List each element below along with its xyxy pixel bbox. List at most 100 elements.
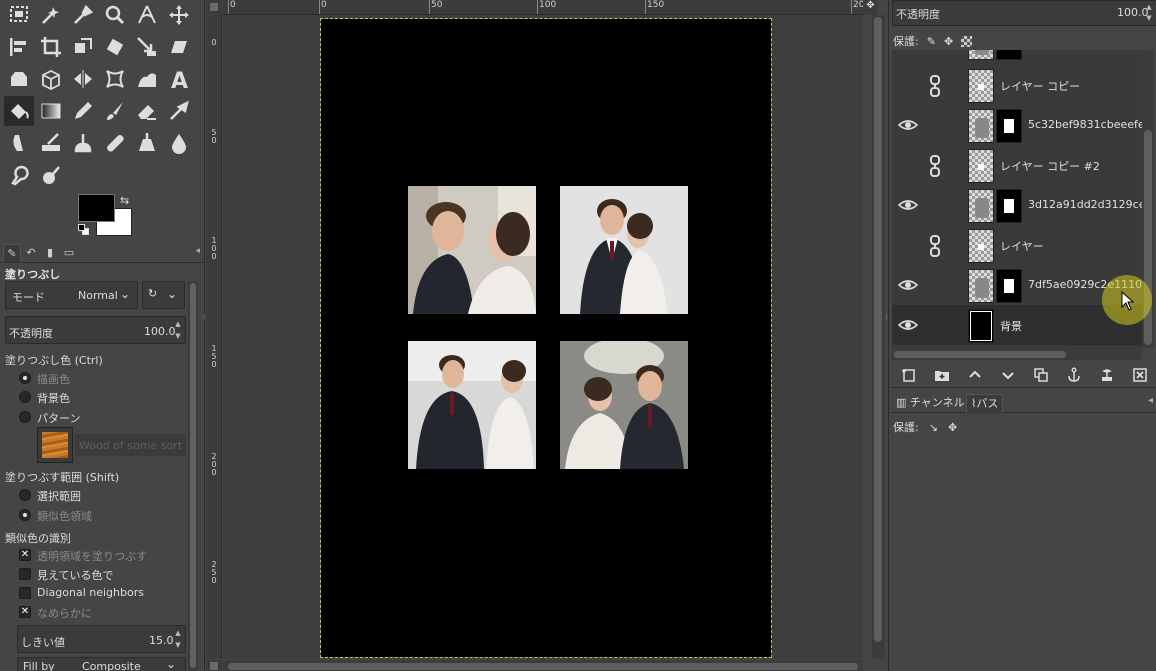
spin-down-icon[interactable]: ▼ — [173, 641, 183, 649]
fill-by-dropdown[interactable]: Fill by Composite ⌄ — [17, 657, 186, 671]
eye-icon[interactable] — [898, 315, 918, 335]
clone-tool-icon[interactable] — [68, 128, 98, 158]
delete-layer-icon[interactable] — [1129, 364, 1151, 386]
measure-tool-icon[interactable] — [132, 0, 162, 30]
rotate-tool-icon[interactable] — [100, 32, 130, 62]
paintbrush-tool-icon[interactable] — [100, 96, 130, 126]
perspective-clone-tool-icon[interactable] — [132, 128, 162, 158]
device-status-tab-icon[interactable]: ▮ — [41, 244, 59, 262]
color-picker-tool-icon[interactable] — [68, 0, 98, 30]
mode-switch-dropdown[interactable]: ↻ ⌄ — [142, 281, 185, 309]
unified-transform-tool-icon[interactable] — [68, 32, 98, 62]
fuzzy-select-tool-icon[interactable] — [36, 0, 66, 30]
tool-options-scrollbar[interactable] — [188, 281, 198, 671]
chain-link-icon[interactable] — [928, 75, 942, 97]
fill-fg-radio[interactable] — [19, 372, 31, 384]
lower-layer-icon[interactable] — [997, 364, 1019, 386]
scale-tool-icon[interactable] — [132, 32, 162, 62]
tab-paths[interactable]: ⌇パス — [966, 394, 1004, 413]
text-tool-icon[interactable]: A — [164, 64, 194, 94]
spin-down-icon[interactable]: ▼ — [1144, 14, 1154, 22]
reset-colors-icon[interactable] — [78, 224, 90, 236]
tool-options-tab-icon[interactable]: ✎ — [3, 244, 21, 262]
cage-tool-icon[interactable] — [4, 64, 34, 94]
pattern-preview-button[interactable] — [37, 427, 73, 463]
layer-row[interactable] — [892, 50, 1142, 62]
fill-bg-radio[interactable] — [19, 391, 31, 403]
duplicate-layer-icon[interactable] — [1030, 364, 1052, 386]
spin-up-icon[interactable]: ▲ — [1144, 3, 1154, 11]
opacity-slider[interactable]: 不透明度 100.0 ▲ ▼ — [5, 316, 186, 344]
canvas-horizontal-scrollbar[interactable] — [223, 660, 863, 671]
heal-tool-icon[interactable] — [100, 128, 130, 158]
diagonal-neighbors-checkbox[interactable] — [19, 587, 31, 599]
new-layer-icon[interactable] — [898, 364, 920, 386]
layer-row[interactable]: 5c32bef9831cbeeefe2a — [892, 105, 1142, 145]
crop-tool-icon[interactable] — [36, 32, 66, 62]
smudge-shape-tool-icon[interactable] — [132, 64, 162, 94]
bucket-fill-tool-icon[interactable] — [4, 96, 34, 126]
raise-layer-icon[interactable] — [964, 364, 986, 386]
chain-link-icon[interactable] — [928, 155, 942, 177]
quick-mask-corner[interactable] — [206, 0, 222, 15]
canvas-vertical-scrollbar[interactable] — [872, 15, 885, 659]
horizontal-ruler[interactable]: 0 0 50 100 150 200 — [223, 0, 870, 15]
antialias-checkbox[interactable]: ✕ — [19, 606, 31, 618]
lock-path-strokes-icon[interactable]: ↘ — [929, 421, 938, 434]
lock-position-icon[interactable]: ✥ — [944, 35, 953, 48]
fill-transparent-checkbox[interactable]: ✕ — [19, 549, 31, 561]
layer-row[interactable]: レイヤー コピー — [892, 65, 1142, 105]
vertical-ruler[interactable]: 0 5 0 1 0 0 1 5 0 2 0 0 2 5 0 — [206, 15, 222, 659]
gradient-tool-icon[interactable] — [36, 96, 66, 126]
layer-row[interactable]: レイヤー コピー #2 — [892, 145, 1142, 185]
ink-tool-icon[interactable] — [4, 128, 34, 158]
area-similar-radio[interactable] — [19, 509, 31, 521]
swap-colors-icon[interactable]: ⇆ — [120, 194, 129, 207]
smudge-tool-icon[interactable] — [4, 160, 34, 190]
fill-pattern-radio[interactable] — [19, 411, 31, 423]
layer-row[interactable]: レイヤー — [892, 225, 1142, 265]
airbrush-tool-icon[interactable] — [164, 96, 194, 126]
eye-icon[interactable] — [898, 115, 918, 135]
tab-channels[interactable]: ▥ チャンネル — [892, 394, 969, 413]
layer-row[interactable]: 3d12a91dd2d3129ced98 — [892, 185, 1142, 225]
threshold-slider[interactable]: しきい値 15.0 ▲ ▼ — [17, 625, 186, 653]
move-tool-icon[interactable] — [164, 0, 194, 30]
align-tool-icon[interactable] — [4, 32, 34, 62]
sample-merged-checkbox[interactable] — [19, 568, 31, 580]
new-layer-group-icon[interactable] — [931, 364, 953, 386]
spin-down-icon[interactable]: ▼ — [173, 332, 183, 340]
shear-tool-icon[interactable] — [164, 32, 194, 62]
eye-icon[interactable] — [898, 195, 918, 215]
lock-path-position-icon[interactable]: ✥ — [948, 421, 957, 434]
zoom-tool-icon[interactable] — [100, 0, 130, 30]
flip-tool-icon[interactable] — [68, 64, 98, 94]
foreground-color-swatch[interactable] — [78, 194, 115, 222]
pencil-tool-icon[interactable] — [68, 96, 98, 126]
eye-icon[interactable] — [898, 275, 918, 295]
blur-tool-icon[interactable] — [164, 128, 194, 158]
layers-horizontal-scrollbar[interactable] — [892, 348, 1142, 360]
warp-tool-icon[interactable] — [100, 64, 130, 94]
quick-mask-toggle[interactable] — [206, 660, 222, 671]
canvas-viewport[interactable] — [223, 15, 863, 659]
dock-menu-icon[interactable]: ◂ — [1148, 395, 1153, 406]
mode-dropdown[interactable]: モード Normal ⌄ — [5, 281, 138, 309]
spin-up-icon[interactable]: ▲ — [173, 320, 183, 328]
undo-history-tab-icon[interactable]: ↶ — [22, 244, 40, 262]
images-tab-icon[interactable]: ▭ — [60, 244, 78, 262]
rect-select-tool-icon[interactable] — [4, 0, 34, 30]
merge-layer-icon[interactable] — [1096, 364, 1118, 386]
layer-opacity-slider[interactable]: 不透明度 100.0 ▲ ▼ — [892, 0, 1156, 26]
lock-pixels-icon[interactable]: ✎ — [927, 35, 936, 48]
area-selection-radio[interactable] — [19, 489, 31, 501]
anchor-layer-icon[interactable] — [1063, 364, 1085, 386]
pattern-name-field[interactable]: Wood of some sort — [75, 434, 186, 456]
image-canvas[interactable] — [320, 18, 772, 658]
spin-up-icon[interactable]: ▲ — [173, 629, 183, 637]
lock-alpha-icon[interactable] — [961, 35, 973, 47]
chain-link-icon[interactable] — [928, 235, 942, 257]
perspective-tool-icon[interactable] — [36, 64, 66, 94]
dodge-burn-tool-icon[interactable] — [36, 160, 66, 190]
dock-menu-icon[interactable]: ◂ — [195, 246, 200, 256]
